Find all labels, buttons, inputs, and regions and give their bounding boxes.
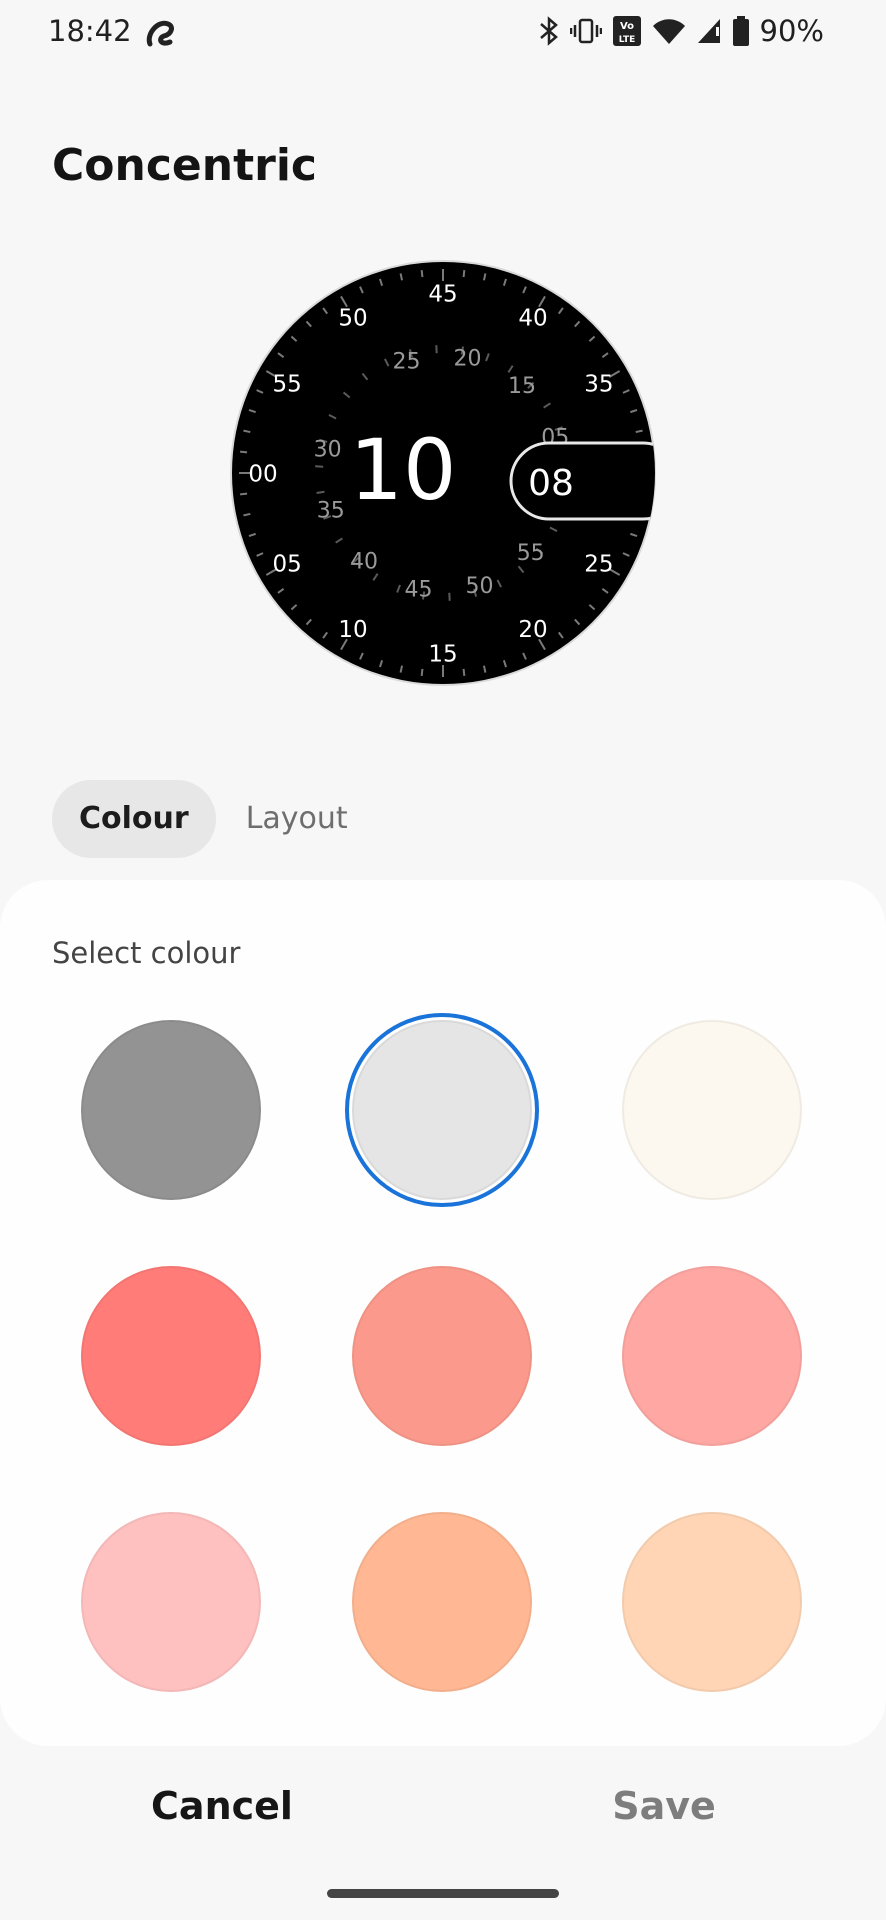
watch-ring-label: 40 (350, 550, 378, 575)
watch-tick (420, 668, 424, 676)
colour-swatch-2[interactable] (345, 1013, 539, 1207)
cancel-button[interactable]: Cancel (112, 1784, 332, 1828)
watch-ring-label: 50 (338, 305, 367, 331)
watch-ring-label: 00 (248, 461, 277, 487)
colour-sheet: Select colour (0, 880, 886, 1746)
save-button[interactable]: Save (554, 1784, 774, 1828)
watch-tick (399, 273, 404, 281)
carrier-logo-icon (144, 16, 178, 56)
watch-ring-label: 05 (272, 551, 301, 577)
bluetooth-icon (538, 16, 560, 46)
colour-swatch-6[interactable] (622, 1266, 802, 1446)
watch-ring-label: 10 (338, 617, 367, 643)
watch-ring-label: 35 (317, 498, 345, 523)
watch-ring-label: 20 (454, 346, 482, 371)
watch-tick (240, 450, 248, 454)
wifi-icon (652, 17, 686, 45)
battery-icon (732, 15, 750, 47)
status-time: 18:42 (48, 14, 132, 48)
watch-ring-label: 25 (393, 350, 421, 375)
watch-ring-label: 50 (465, 574, 493, 599)
watch-tick (462, 668, 466, 676)
status-bar: 18:42 Vo LTE 90% (0, 0, 886, 70)
volte-icon: Vo LTE (612, 15, 642, 47)
watch-tick (482, 273, 487, 281)
svg-text:LTE: LTE (618, 35, 635, 45)
select-colour-label: Select colour (52, 936, 241, 970)
watch-ring-label: 35 (584, 371, 613, 397)
battery-percent: 90% (759, 14, 824, 48)
watch-tick (240, 492, 248, 496)
watch-tick (399, 665, 404, 673)
colour-swatch-4[interactable] (81, 1266, 261, 1446)
watch-tick (462, 270, 466, 278)
watch-ring-label: 15 (508, 374, 536, 399)
vibrate-icon (569, 16, 602, 46)
watch-ring-label: 55 (272, 371, 301, 397)
watch-ring-label: 15 (428, 641, 457, 667)
action-footer: Cancel Save (0, 1746, 886, 1920)
watch-ring-label: 20 (518, 617, 547, 643)
page-title: Concentric (52, 140, 317, 191)
watch-tick (243, 429, 251, 434)
minute-text: 08 (528, 463, 574, 504)
colour-swatch-5[interactable] (352, 1266, 532, 1446)
tab-layout[interactable]: Layout (216, 780, 375, 858)
watch-face-preview: 454035302520151005005550 252015050055504… (229, 259, 657, 687)
customize-tabs: Colour Layout (52, 780, 375, 858)
colour-swatch-8[interactable] (352, 1512, 532, 1692)
svg-text:Vo: Vo (620, 21, 634, 32)
watch-ring-label: 25 (584, 551, 613, 577)
colour-swatch-1[interactable] (81, 1020, 261, 1200)
watch-ring-label: 45 (428, 281, 457, 307)
tab-colour[interactable]: Colour (52, 780, 216, 858)
watch-tick (482, 665, 487, 673)
watch-ring-label: 45 (404, 577, 432, 602)
watch-tick (420, 270, 424, 278)
home-indicator[interactable] (327, 1889, 559, 1898)
watch-tick (635, 429, 643, 434)
watch-ring-label: 40 (518, 305, 547, 331)
signal-icon (696, 17, 722, 45)
watch-inner-tick (316, 490, 325, 495)
colour-swatch-7[interactable] (81, 1512, 261, 1692)
colour-swatch-3[interactable] (622, 1020, 802, 1200)
watch-tick (243, 512, 251, 517)
watch-ring-label: 30 (314, 437, 342, 462)
hour-text: 10 (350, 421, 457, 519)
colour-swatch-9[interactable] (622, 1512, 802, 1692)
watch-ring-label: 55 (517, 541, 545, 566)
